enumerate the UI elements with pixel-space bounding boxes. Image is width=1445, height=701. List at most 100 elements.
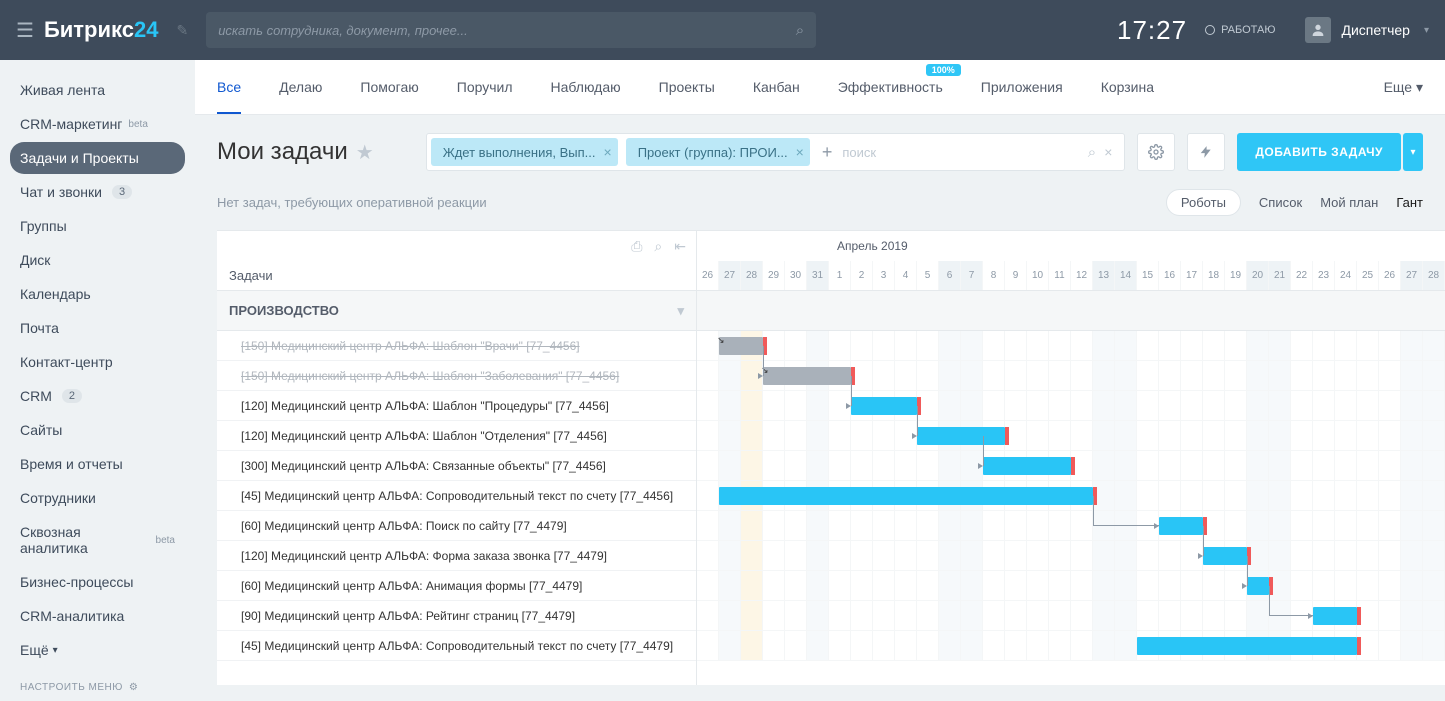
- task-row[interactable]: [45] Медицинский центр АЛЬФА: Сопроводит…: [217, 481, 696, 511]
- gantt-group[interactable]: ПРОИЗВОДСТВО ▾: [217, 291, 696, 331]
- day-cell: 16: [1159, 261, 1181, 290]
- work-status[interactable]: РАБОТАЮ: [1205, 24, 1275, 36]
- sidebar-configure[interactable]: НАСТРОИТЬ МЕНЮ⚙: [10, 674, 185, 701]
- sidebar-disk[interactable]: Диск: [10, 244, 185, 276]
- sidebar-mail[interactable]: Почта: [10, 312, 185, 344]
- search-icon[interactable]: ⌕: [1088, 144, 1096, 161]
- clock: 17:27: [1117, 15, 1187, 46]
- add-filter-icon[interactable]: +: [822, 142, 833, 163]
- sidebar-crm-analytics[interactable]: CRM-аналитика: [10, 600, 185, 632]
- task-row[interactable]: [90] Медицинский центр АЛЬФА: Рейтинг ст…: [217, 601, 696, 631]
- view-gantt[interactable]: Гант: [1396, 195, 1423, 210]
- tab-efficiency[interactable]: Эффективность100%: [838, 60, 943, 114]
- dependency-line: [1203, 526, 1204, 556]
- gantt-bar[interactable]: [719, 487, 1093, 505]
- tab-projects[interactable]: Проекты: [659, 60, 715, 114]
- gantt-bar[interactable]: [1159, 517, 1203, 535]
- close-icon[interactable]: ×: [604, 144, 612, 160]
- day-cell: 18: [1203, 261, 1225, 290]
- collapse-icon[interactable]: ⇤: [674, 238, 686, 255]
- filter-chip[interactable]: Проект (группа): ПРОИ...×: [626, 138, 810, 166]
- gantt-bar[interactable]: [1247, 577, 1269, 595]
- zoom-icon[interactable]: ⌕: [654, 238, 662, 255]
- sidebar-groups[interactable]: Группы: [10, 210, 185, 242]
- day-cell: 28: [1423, 261, 1445, 290]
- tab-assigned[interactable]: Поручил: [457, 60, 513, 114]
- sidebar-calendar[interactable]: Календарь: [10, 278, 185, 310]
- day-cell: 14: [1115, 261, 1137, 290]
- user-menu[interactable]: Диспетчер ▾: [1305, 17, 1429, 43]
- task-row[interactable]: [60] Медицинский центр АЛЬФА: Поиск по с…: [217, 511, 696, 541]
- sidebar-employees[interactable]: Сотрудники: [10, 482, 185, 514]
- sidebar-more[interactable]: Ещё▾: [10, 634, 185, 666]
- gantt-bar[interactable]: [1313, 607, 1357, 625]
- logo[interactable]: Битрикс24: [44, 17, 159, 43]
- gantt-bar[interactable]: [1203, 547, 1247, 565]
- robots-button[interactable]: Роботы: [1166, 189, 1241, 216]
- tab-trash[interactable]: Корзина: [1101, 60, 1154, 114]
- day-cell: 23: [1313, 261, 1335, 290]
- gantt-bar[interactable]: [1137, 637, 1357, 655]
- task-row[interactable]: [120] Медицинский центр АЛЬФА: Форма зак…: [217, 541, 696, 571]
- global-search-input[interactable]: [218, 23, 796, 38]
- menu-toggle-icon[interactable]: ☰: [16, 18, 34, 43]
- day-cell: 12: [1071, 261, 1093, 290]
- deadline-marker: [1071, 457, 1075, 475]
- gantt-list-header: Задачи: [217, 261, 696, 291]
- chevron-down-icon[interactable]: ▾: [677, 303, 684, 319]
- filter-bar[interactable]: Ждет выполнения, Вып...× Проект (группа):…: [426, 133, 1126, 171]
- sidebar-analytics[interactable]: Сквозная аналитикаbeta: [10, 516, 185, 564]
- gantt-bar[interactable]: [917, 427, 1005, 445]
- sidebar-bp[interactable]: Бизнес-процессы: [10, 566, 185, 598]
- task-row[interactable]: [120] Медицинский центр АЛЬФА: Шаблон "П…: [217, 391, 696, 421]
- global-search[interactable]: ⌕: [206, 12, 816, 48]
- view-myplan[interactable]: Мой план: [1320, 195, 1378, 210]
- gantt-month-header: Апрель 2019: [697, 231, 1445, 261]
- filter-search-input[interactable]: [836, 145, 1079, 160]
- sidebar-contact-center[interactable]: Контакт-центр: [10, 346, 185, 378]
- day-cell: 11: [1049, 261, 1071, 290]
- tab-apps[interactable]: Приложения: [981, 60, 1063, 114]
- tab-helping[interactable]: Помогаю: [360, 60, 418, 114]
- sidebar-crm-marketing[interactable]: CRM-маркетингbeta: [10, 108, 185, 140]
- print-icon[interactable]: ⎙: [631, 238, 642, 255]
- tab-kanban[interactable]: Канбан: [753, 60, 800, 114]
- filter-chip[interactable]: Ждет выполнения, Вып...×: [431, 138, 618, 166]
- gantt-bar[interactable]: [851, 397, 917, 415]
- add-task-button[interactable]: ДОБАВИТЬ ЗАДАЧУ: [1237, 133, 1401, 171]
- task-row[interactable]: [120] Медицинский центр АЛЬФА: Шаблон "О…: [217, 421, 696, 451]
- clear-filter-icon[interactable]: ×: [1104, 144, 1112, 160]
- sidebar-feed[interactable]: Живая лента: [10, 74, 185, 106]
- pencil-icon[interactable]: ✎: [176, 22, 188, 39]
- task-row[interactable]: [150] Медицинский центр АЛЬФА: Шаблон "З…: [217, 361, 696, 391]
- sidebar-tasks[interactable]: Задачи и Проекты: [10, 142, 185, 174]
- view-list[interactable]: Список: [1259, 195, 1302, 210]
- sidebar-chat[interactable]: Чат и звонки3: [10, 176, 185, 208]
- avatar-icon: [1305, 17, 1331, 43]
- task-row[interactable]: [150] Медицинский центр АЛЬФА: Шаблон "В…: [217, 331, 696, 361]
- task-row[interactable]: [300] Медицинский центр АЛЬФА: Связанные…: [217, 451, 696, 481]
- add-task-dropdown[interactable]: ▾: [1403, 133, 1423, 171]
- sidebar-crm[interactable]: CRM2: [10, 380, 185, 412]
- tabs-more[interactable]: Еще ▾: [1384, 79, 1423, 96]
- gantt-day-header: 2627282930311234567891011121314151617181…: [697, 261, 1445, 291]
- sidebar-sites[interactable]: Сайты: [10, 414, 185, 446]
- task-row[interactable]: [45] Медицинский центр АЛЬФА: Сопроводит…: [217, 631, 696, 661]
- tab-all[interactable]: Все: [217, 60, 241, 114]
- gantt-chart[interactable]: Апрель 2019 2627282930311234567891011121…: [697, 231, 1445, 685]
- day-cell: 5: [917, 261, 939, 290]
- day-cell: 31: [807, 261, 829, 290]
- settings-button[interactable]: [1137, 133, 1175, 171]
- gantt-bar[interactable]: ↘: [719, 337, 763, 355]
- tab-watching[interactable]: Наблюдаю: [551, 60, 621, 114]
- efficiency-badge: 100%: [926, 64, 961, 76]
- star-icon[interactable]: ★: [356, 140, 374, 165]
- gantt-bar[interactable]: [983, 457, 1071, 475]
- task-row[interactable]: [60] Медицинский центр АЛЬФА: Анимация ф…: [217, 571, 696, 601]
- close-icon[interactable]: ×: [796, 144, 804, 160]
- tab-doing[interactable]: Делаю: [279, 60, 322, 114]
- gantt-bar[interactable]: ↘: [763, 367, 851, 385]
- sidebar-time[interactable]: Время и отчеты: [10, 448, 185, 480]
- search-icon[interactable]: ⌕: [796, 22, 804, 39]
- automation-button[interactable]: [1187, 133, 1225, 171]
